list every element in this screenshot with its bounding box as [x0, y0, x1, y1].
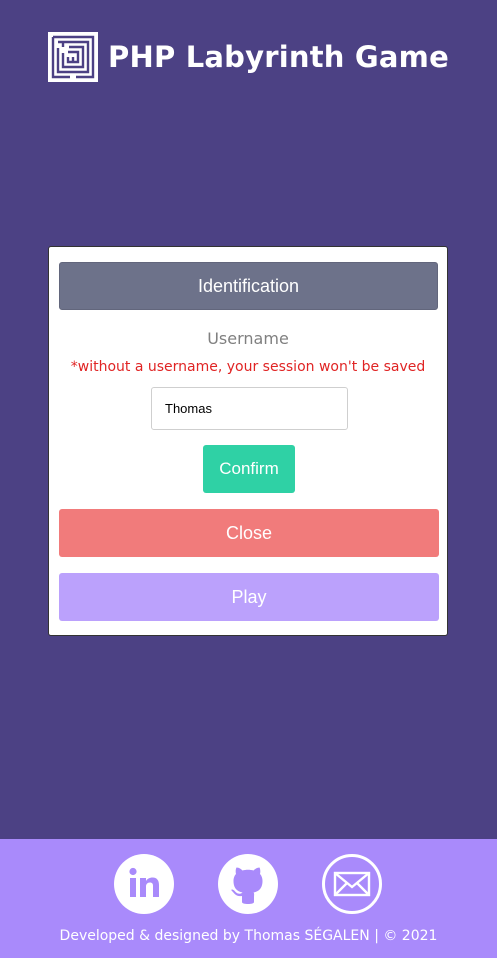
app-title: PHP Labyrinth Game	[108, 40, 449, 74]
app-header: PHP Labyrinth Game	[0, 30, 497, 84]
close-button[interactable]: Close	[59, 509, 439, 557]
mail-icon[interactable]	[322, 854, 382, 914]
identification-heading: Identification	[59, 262, 438, 310]
confirm-button[interactable]: Confirm	[203, 445, 295, 493]
play-button[interactable]: Play	[59, 573, 439, 621]
username-label: Username	[207, 329, 289, 348]
footer: Developed & designed by Thomas SÉGALEN |…	[0, 839, 497, 958]
identification-panel: Identification Username *without a usern…	[48, 246, 448, 636]
maze-icon	[48, 32, 99, 82]
copyright-text: Developed & designed by Thomas SÉGALEN |…	[59, 928, 438, 944]
username-warning: *without a username, your session won't …	[70, 359, 426, 375]
username-input[interactable]	[151, 387, 348, 430]
linkedin-icon[interactable]	[114, 854, 174, 914]
github-icon[interactable]	[218, 854, 278, 914]
